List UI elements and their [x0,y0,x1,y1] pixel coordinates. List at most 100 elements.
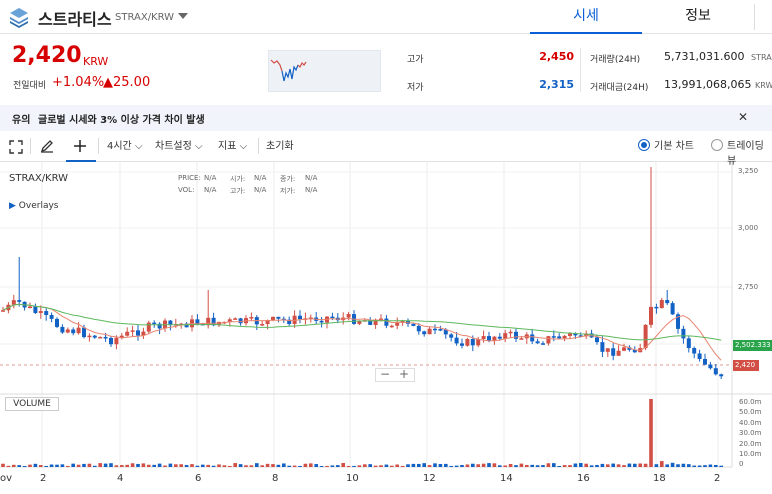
volume-bar [481,463,486,467]
candle-body [470,338,475,346]
candle-body [686,338,691,349]
volume-bar [589,465,594,467]
volume-bar [319,465,324,467]
ohlc-vol-label: VOL: [178,186,195,194]
volume-bar [530,464,534,467]
interval-select[interactable]: 4시간 ⌵ [107,137,143,152]
candle-body [114,337,119,345]
ohlc-close-label: 종가: [280,175,296,183]
chevron-down-icon: ⌵ [191,141,203,152]
fullscreen-icon[interactable] [9,139,23,158]
overlays-toggle[interactable]: ▶ Overlays [9,201,58,211]
volume-bar [508,463,513,467]
volume-bar [384,464,389,467]
volume-bar [174,464,178,467]
volume-bar [438,464,443,467]
chart-symbol: STRAX/KRW [9,173,69,184]
volume-bar [125,464,129,467]
candle-body [530,334,535,342]
candle-body [454,337,459,344]
candle-body [611,348,616,356]
candle-body [330,316,335,319]
volume-bar [584,463,588,467]
chevron-down-icon[interactable] [178,13,188,19]
ohlc-open-label: 시가: [230,175,246,183]
low-label: 저가 [407,83,424,93]
candle-body [551,336,556,338]
candle-body [195,319,200,324]
current-price-badge: 2,420 [733,360,759,371]
candle-body [643,324,648,349]
volume-bar [314,464,318,467]
volume-bar [238,464,243,467]
volume-bar [444,463,448,467]
pencil-icon[interactable] [40,138,54,157]
x-tick: 16 [577,473,590,484]
volume-bar [287,465,291,467]
candle-body [508,331,513,334]
candle-body [616,350,621,356]
candle-body [28,306,32,308]
zoom-in-button[interactable]: + [399,367,409,381]
volume-bar [168,463,173,467]
candle-body [87,335,92,338]
chart-settings-select[interactable]: 차트설정 ⌵ [155,137,203,152]
volume-bar [422,463,426,467]
candle-body [622,347,626,351]
volume-bar [325,465,329,467]
volume-bar [454,465,459,467]
high-label: 고가 [407,55,424,65]
ohlc-vol-value: N/A [204,186,217,194]
candle-body [384,318,389,326]
tab-info[interactable]: 정보 [642,0,754,34]
zoom-out-button[interactable]: − [380,367,390,381]
candle-body [60,326,65,333]
candle-body [260,324,265,326]
volume-bar [206,464,210,467]
divider [258,138,259,154]
volume-bar [552,463,556,467]
candle-body [152,322,157,325]
volume-bar [449,465,453,467]
basic-chart-label[interactable]: 기본 차트 [654,137,694,152]
basic-chart-radio[interactable] [638,139,650,151]
x-tick: 14 [500,473,513,484]
volume-bar [692,465,696,467]
y-tick: 3,000 [738,224,759,232]
candle-body [465,338,470,346]
price-chart[interactable] [0,162,772,490]
indicators-select[interactable]: 지표 ⌵ [218,137,247,152]
volume-bar [498,465,502,467]
volume-bar [719,465,723,467]
candle-body [319,320,324,323]
volume-bar [411,463,416,467]
candle-body [276,316,281,319]
candle-body [492,336,497,341]
tab-quote[interactable]: 시세 [530,0,642,34]
x-tick: 4 [117,473,124,484]
amount-value: 13,991,068,065 [664,78,752,91]
x-tick: 2 [40,473,47,484]
candle-body [49,314,54,319]
amount-unit: KRW [755,81,772,90]
volume-bar [265,463,270,467]
volume-bar [676,464,680,467]
ohlc-low-label: 저가: [280,187,296,195]
close-icon[interactable]: ✕ [738,110,748,124]
candle-body [17,300,22,302]
tradingview-radio[interactable] [711,139,723,151]
volume-label: 거래량(24H) [590,55,641,65]
reset-button[interactable]: 초기화 [266,137,294,152]
volume-bar [546,463,551,467]
low-value: 2,315 [539,78,574,91]
crosshair-icon[interactable] [73,138,87,157]
volume-bar [703,465,707,467]
volume-bar [66,465,70,467]
volume-bar [535,465,540,467]
candle-body [713,368,718,375]
volume-bar [352,465,356,467]
candle-body [82,327,86,338]
volume-bar [136,463,140,467]
amount-label: 거래대금(24H) [590,83,649,93]
volume-bar [476,464,480,467]
